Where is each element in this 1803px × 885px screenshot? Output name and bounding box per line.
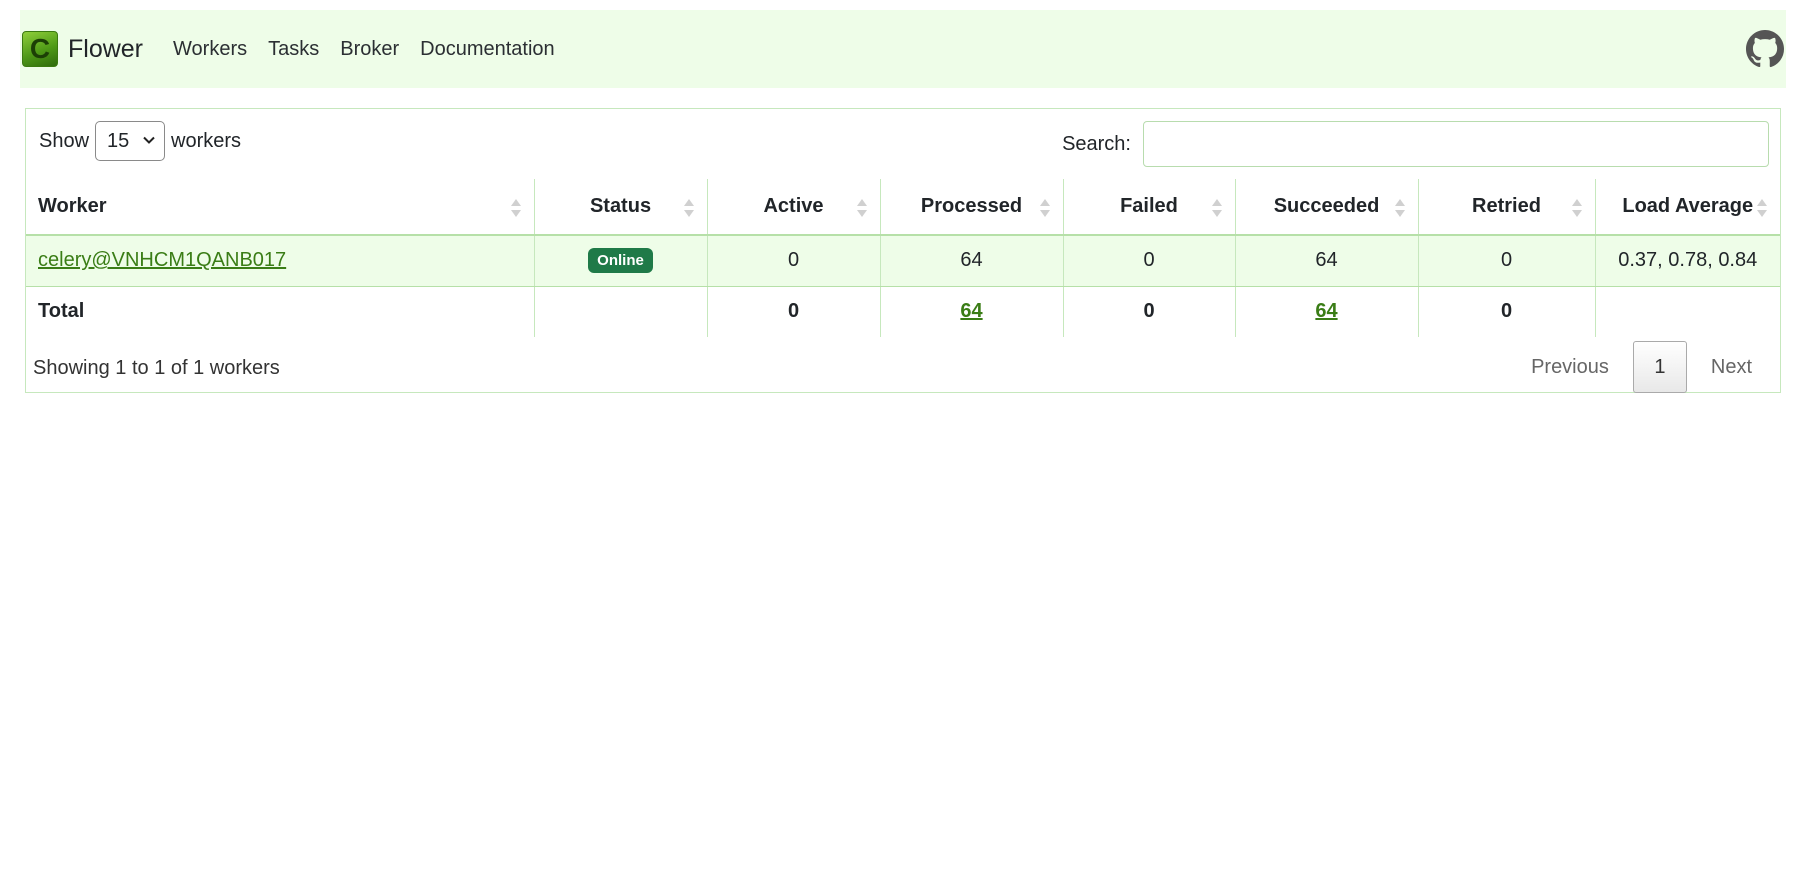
sort-icon: [1211, 199, 1222, 217]
sort-icon: [856, 199, 867, 217]
column-label: Succeeded: [1273, 195, 1380, 217]
page-length-control: Show 15 workers: [39, 121, 241, 161]
cell-failed: 0: [1062, 235, 1235, 287]
pagination: Previous 1 Next: [1515, 341, 1768, 393]
entries-label: workers: [171, 129, 242, 152]
column-header-worker[interactable]: Worker: [26, 179, 534, 236]
brand-link[interactable]: C Flower: [22, 31, 143, 67]
total-succeeded-link[interactable]: 64: [1315, 300, 1337, 322]
sort-icon: [510, 199, 521, 217]
nav-tasks[interactable]: Tasks: [268, 38, 319, 61]
table-row: celery@VNHCM1QANB017 Online 0 64 0 64 0 …: [26, 235, 1780, 287]
table-header-row: Worker Status Active Processed Failed Su…: [26, 179, 1780, 236]
column-header-processed[interactable]: Processed: [879, 179, 1063, 236]
total-failed: 0: [1062, 286, 1235, 337]
sort-icon: [1039, 199, 1050, 217]
cell-worker: celery@VNHCM1QANB017: [26, 235, 534, 287]
column-label: Processed: [920, 195, 1023, 217]
brand-name: Flower: [68, 34, 144, 63]
column-header-active[interactable]: Active: [706, 179, 880, 236]
cell-processed: 64: [879, 235, 1063, 287]
total-succeeded-cell: 64: [1234, 286, 1418, 337]
column-label: Active: [763, 195, 824, 217]
column-header-succeeded[interactable]: Succeeded: [1234, 179, 1418, 236]
column-header-failed[interactable]: Failed: [1062, 179, 1235, 236]
total-label: Total: [38, 300, 85, 323]
logo-letter: C: [29, 33, 51, 64]
github-icon[interactable]: [1746, 30, 1784, 68]
column-label: Status: [589, 195, 652, 217]
total-processed-cell: 64: [879, 286, 1063, 337]
next-button[interactable]: Next: [1695, 356, 1768, 379]
workers-table: Worker Status Active Processed Failed Su…: [26, 179, 1780, 337]
cell-load-average: 0.37, 0.78, 0.84: [1594, 235, 1780, 287]
column-label: Load Average: [1622, 195, 1754, 217]
column-header-status[interactable]: Status: [533, 179, 707, 236]
total-retried: 0: [1417, 286, 1595, 337]
cell-retried: 0: [1417, 235, 1595, 287]
cell-active: 0: [706, 235, 880, 287]
search-input[interactable]: [1143, 121, 1769, 167]
column-label: Worker: [38, 195, 107, 217]
total-active: 0: [706, 286, 880, 337]
workers-panel: Show 15 workers Search: Worker Status Ac…: [25, 108, 1781, 393]
celery-logo-icon: C: [22, 31, 58, 67]
table-info: Showing 1 to 1 of 1 workers: [33, 357, 280, 379]
sort-icon: [1757, 199, 1767, 217]
cell-status: Online: [533, 235, 707, 287]
sort-icon: [683, 199, 694, 217]
search-label: Search:: [1062, 132, 1131, 155]
navbar: C Flower Workers Tasks Broker Documentat…: [20, 10, 1786, 88]
page-length-value: 15: [107, 129, 130, 152]
sort-icon: [1394, 199, 1405, 217]
cell-succeeded: 64: [1234, 235, 1418, 287]
column-label: Failed: [1120, 195, 1178, 217]
previous-button[interactable]: Previous: [1515, 356, 1625, 379]
total-row: Total 0 64 0 64 0: [26, 286, 1780, 337]
nav-workers[interactable]: Workers: [173, 38, 247, 61]
show-label: Show: [39, 129, 90, 152]
search-control: Search:: [1062, 121, 1769, 167]
total-status: [533, 286, 707, 337]
column-header-retried[interactable]: Retried: [1417, 179, 1595, 236]
status-badge: Online: [588, 248, 653, 274]
nav-broker[interactable]: Broker: [340, 38, 399, 61]
page-length-select[interactable]: 15: [95, 121, 166, 161]
column-label: Retried: [1472, 195, 1541, 217]
total-load-average: [1594, 286, 1780, 337]
nav-links: Workers Tasks Broker Documentation: [173, 38, 576, 61]
sort-icon: [1571, 199, 1582, 217]
column-header-load-average[interactable]: Load Average: [1594, 179, 1780, 236]
chevron-down-icon: [143, 136, 155, 144]
page-button-1[interactable]: 1: [1632, 341, 1687, 393]
nav-documentation[interactable]: Documentation: [420, 38, 555, 61]
total-processed-link[interactable]: 64: [960, 300, 982, 322]
worker-link[interactable]: celery@VNHCM1QANB017: [38, 249, 286, 271]
